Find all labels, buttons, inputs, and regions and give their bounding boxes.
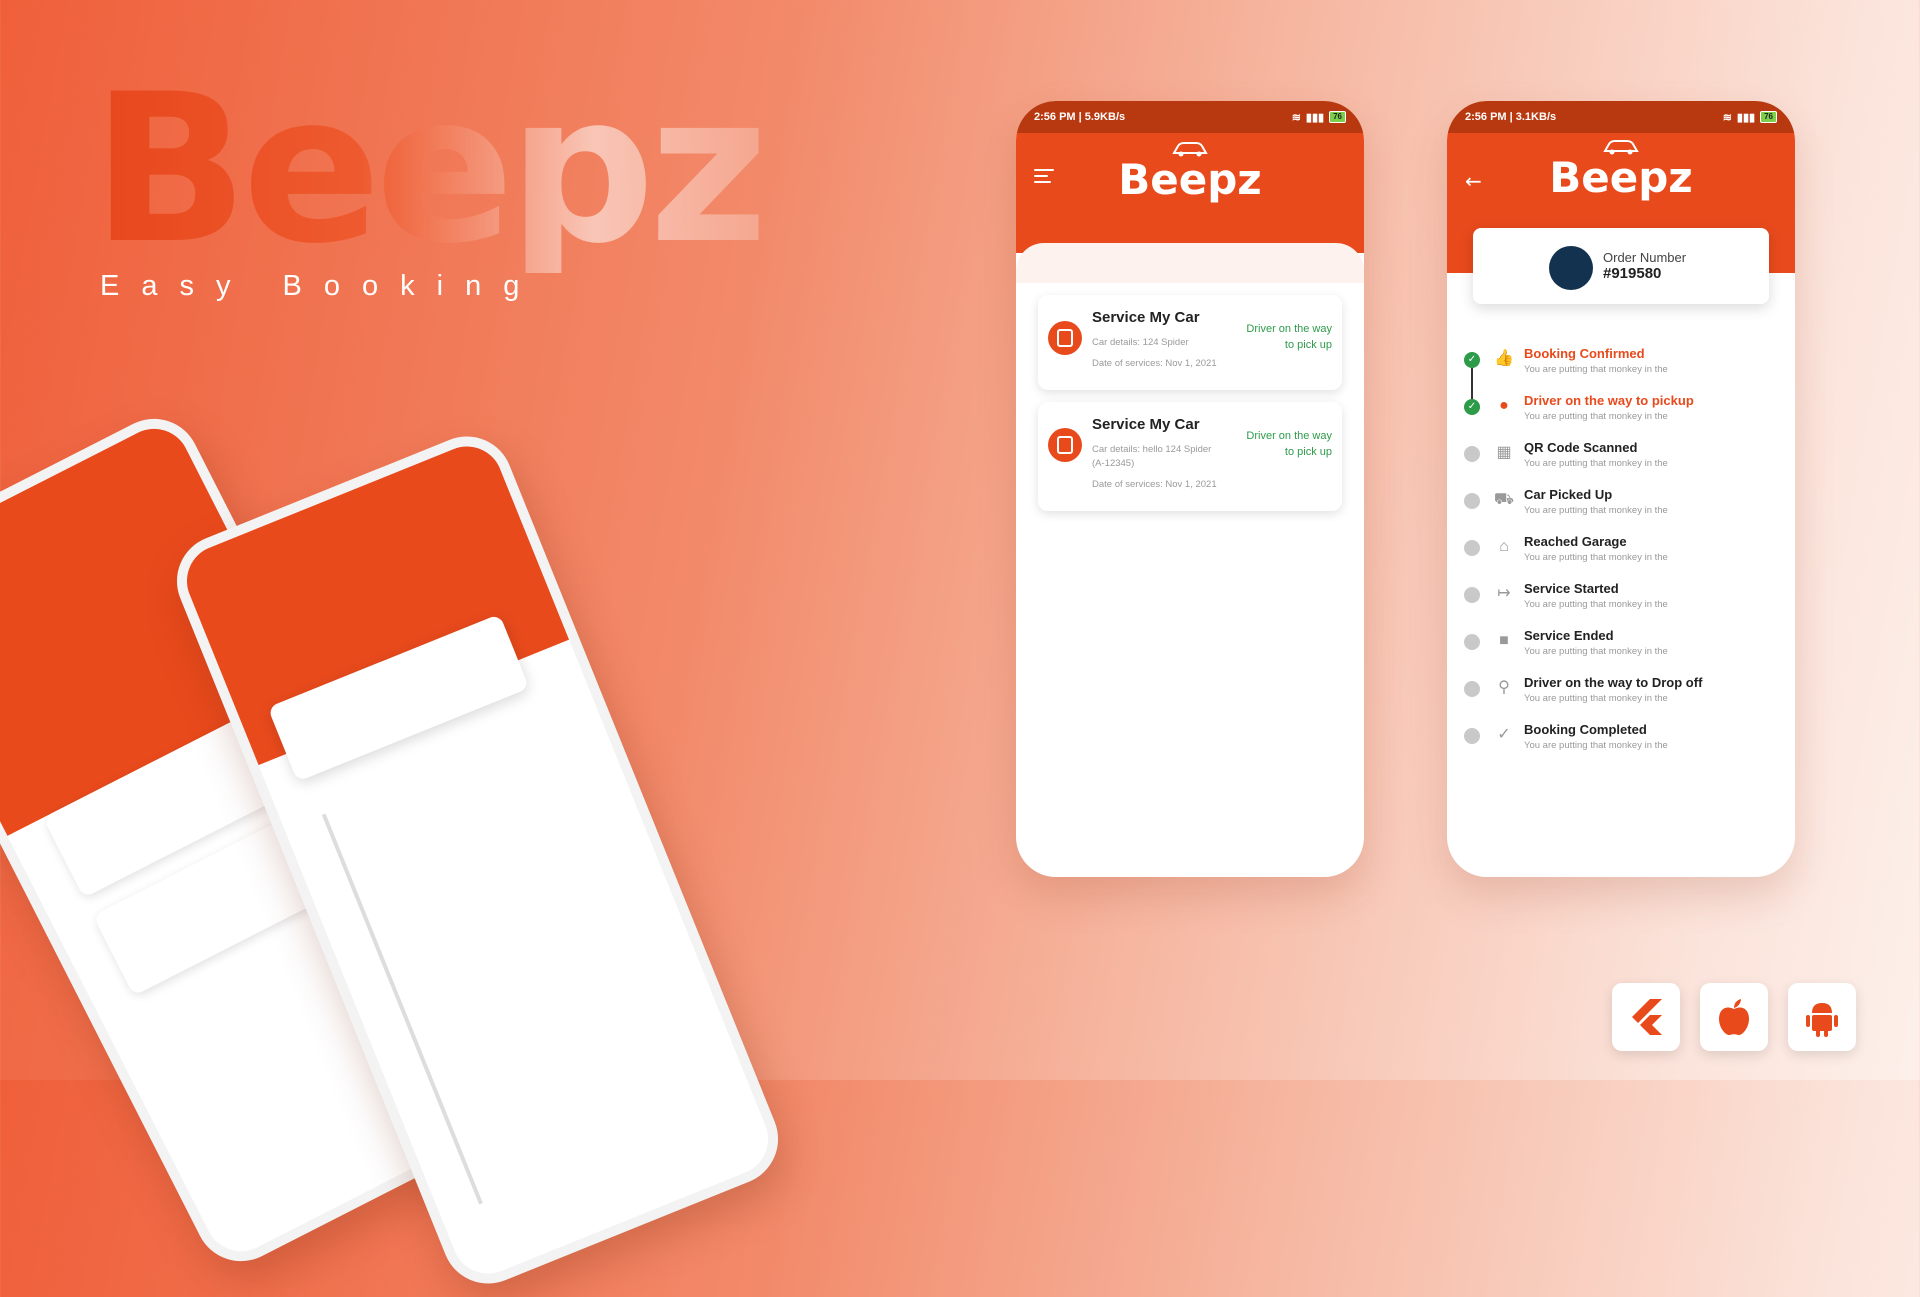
qr-code-icon: ▦ <box>1496 444 1512 461</box>
thumbs-up-icon: 👍 <box>1494 350 1514 367</box>
car-details: Car details: hello 124 Spider (A-12345) <box>1092 444 1212 469</box>
arrow-right-bar-icon: ↦ <box>1497 585 1511 602</box>
order-avatar-icon <box>1549 246 1593 290</box>
hero-tagline: Easy Booking <box>100 270 542 302</box>
phone-order: 2:56 PM | 3.1KB/s ≋ ▮▮▮ 76 Beepz ← Order… <box>1447 101 1795 877</box>
step-title: Booking Completed <box>1524 722 1647 737</box>
timeline-step: ■ Service Ended You are putting that monke… <box>1447 628 1795 675</box>
step-title: Driver on the way to pickup <box>1524 393 1694 408</box>
step-subtitle: You are putting that monkey in the <box>1524 646 1668 657</box>
service-date: Date of services: Nov 1, 2021 <box>1092 358 1217 369</box>
order-timeline: ✓ 👍 Booking Confirmed You are putting that … <box>1447 346 1795 769</box>
step-subtitle: You are putting that monkey in the <box>1524 364 1668 375</box>
step-title: Service Ended <box>1524 628 1614 643</box>
card-status: Driver on the way to pick up <box>1246 430 1332 458</box>
service-date: Date of services: Nov 1, 2021 <box>1092 479 1217 490</box>
step-subtitle: You are putting that monkey in the <box>1524 458 1668 469</box>
service-icon <box>1048 321 1082 355</box>
step-title: Reached Garage <box>1524 534 1627 549</box>
stop-icon: ■ <box>1499 632 1509 649</box>
step-pending-dot <box>1464 681 1480 697</box>
timeline-step: ⛟ Car Picked Up You are putting that monke… <box>1447 487 1795 534</box>
flutter-badge <box>1612 983 1680 1051</box>
step-subtitle: You are putting that monkey in the <box>1524 599 1668 610</box>
wifi-icon: ≋ <box>1722 111 1732 124</box>
timeline-step: ✓ ● Driver on the way to pickup You are put… <box>1447 393 1795 440</box>
app-header: Beepz <box>1016 133 1364 253</box>
step-subtitle: You are putting that monkey in the <box>1524 693 1668 704</box>
apple-badge <box>1700 983 1768 1051</box>
timeline-step: ✓ Booking Completed You are putting that m… <box>1447 722 1795 769</box>
status-bar: 2:56 PM | 3.1KB/s ≋ ▮▮▮ 76 <box>1447 101 1795 133</box>
step-pending-dot <box>1464 587 1480 603</box>
service-icon <box>1048 428 1082 462</box>
step-title: QR Code Scanned <box>1524 440 1638 455</box>
step-title: Service Started <box>1524 581 1619 596</box>
status-time: 2:56 PM | 3.1KB/s <box>1465 111 1557 123</box>
booking-card[interactable]: Service My Car Car details: 124 Spider D… <box>1038 295 1342 390</box>
app-title: Beepz <box>1118 155 1262 204</box>
step-subtitle: You are putting that monkey in the <box>1524 411 1668 422</box>
android-icon <box>1806 1003 1838 1037</box>
car-details: Car details: 124 Spider <box>1092 337 1189 348</box>
step-subtitle: You are putting that monkey in the <box>1524 740 1668 751</box>
apple-icon <box>1719 999 1749 1036</box>
hamburger-menu-icon[interactable] <box>1034 169 1054 187</box>
wifi-icon: ≋ <box>1291 111 1301 124</box>
step-done-check-icon: ✓ <box>1464 399 1480 415</box>
order-number-card: Order Number #919580 <box>1473 228 1769 304</box>
location-pin-icon: ⚲ <box>1498 679 1510 696</box>
signal-icon: ▮▮▮ <box>1305 111 1325 124</box>
step-title: Driver on the way to Drop off <box>1524 675 1703 690</box>
step-pending-dot <box>1464 634 1480 650</box>
timeline-step: ⚲ Driver on the way to Drop off You are pu… <box>1447 675 1795 722</box>
home-icon: ⌂ <box>1499 538 1509 555</box>
car-icon: ⛟ <box>1493 491 1515 508</box>
header-wave <box>1016 243 1364 283</box>
status-bar: 2:56 PM | 5.9KB/s ≋ ▮▮▮ 76 <box>1016 101 1364 133</box>
order-number: #919580 <box>1603 265 1662 282</box>
step-pending-dot <box>1464 446 1480 462</box>
step-subtitle: You are putting that monkey in the <box>1524 505 1668 516</box>
battery-icon: 76 <box>1760 111 1777 123</box>
phone-home: 2:56 PM | 5.9KB/s ≋ ▮▮▮ 76 Beepz Service… <box>1016 101 1364 877</box>
step-subtitle: You are putting that monkey in the <box>1524 552 1668 563</box>
person-icon: ● <box>1499 397 1509 414</box>
hero-logo: Beepz <box>92 51 768 289</box>
app-title: Beepz <box>1549 153 1693 202</box>
android-badge <box>1788 983 1856 1051</box>
step-title: Car Picked Up <box>1524 487 1613 502</box>
step-pending-dot <box>1464 493 1480 509</box>
step-done-check-icon: ✓ <box>1464 352 1480 368</box>
timeline-step: ✓ 👍 Booking Confirmed You are putting that … <box>1447 346 1795 393</box>
check-icon: ✓ <box>1497 726 1511 743</box>
timeline-step: ⌂ Reached Garage You are putting that monk… <box>1447 534 1795 581</box>
battery-icon: 76 <box>1329 111 1346 123</box>
order-label: Order Number <box>1603 250 1687 265</box>
timeline-step: ▦ QR Code Scanned You are putting that mon… <box>1447 440 1795 487</box>
step-pending-dot <box>1464 728 1480 744</box>
card-status: Driver on the way to pick up <box>1246 323 1332 351</box>
timeline-step: ↦ Service Started You are putting that mon… <box>1447 581 1795 628</box>
booking-card[interactable]: Service My Car Car details: hello 124 Sp… <box>1038 402 1342 511</box>
back-arrow-icon[interactable]: ← <box>1465 169 1482 193</box>
signal-icon: ▮▮▮ <box>1736 111 1756 124</box>
flutter-icon <box>1632 999 1662 1035</box>
step-title: Booking Confirmed <box>1524 346 1645 361</box>
step-pending-dot <box>1464 540 1480 556</box>
status-time: 2:56 PM | 5.9KB/s <box>1034 111 1126 123</box>
